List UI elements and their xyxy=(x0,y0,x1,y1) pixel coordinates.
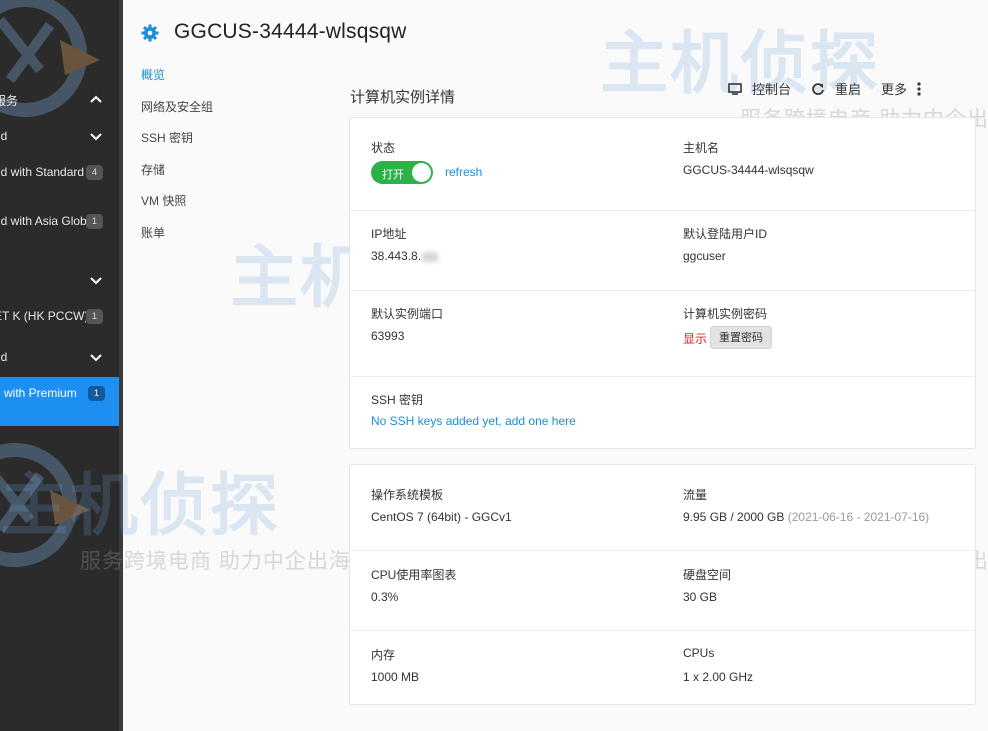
count-badge: 1 xyxy=(88,385,105,401)
sidebar-item-hk-pccw[interactable]: ET K (HK PCCW) 1 xyxy=(0,306,119,326)
traffic-usage: 9.95 GB / 2000 GB xyxy=(683,510,785,524)
count-badge: 4 xyxy=(86,164,103,180)
more-label: 更多 xyxy=(881,82,908,97)
toggle-knob xyxy=(412,163,431,182)
disk-label: 硬盘空间 xyxy=(683,568,732,582)
port-value: 63993 xyxy=(371,329,405,343)
power-toggle[interactable]: 打开 xyxy=(371,161,433,184)
sidebar-item-cloud-premium[interactable]: d with Premium 1 xyxy=(0,377,121,426)
chevron-down-icon[interactable] xyxy=(89,350,103,364)
restart-button[interactable]: 重启 xyxy=(811,79,861,98)
hostname-label: 主机名 xyxy=(683,141,720,155)
os-template-value: CentOS 7 (64bit) - GGCv1 xyxy=(371,510,512,524)
power-toggle-label: 打开 xyxy=(382,169,404,181)
sidebar-item-row: d with Premium 1 xyxy=(0,383,121,403)
sidebar-item-label: ud xyxy=(0,129,8,143)
sidebar-item-label: 服务 xyxy=(0,93,19,108)
chevron-down-icon[interactable] xyxy=(89,273,103,287)
cpus-value: 1 x 2.00 GHz xyxy=(683,670,754,684)
refresh-icon xyxy=(812,82,824,95)
instance-specs-card: 操作系统模板 CentOS 7 (64bit) - GGCv1 流量 9.95 … xyxy=(349,464,976,705)
watermark-logo-icon xyxy=(0,443,90,567)
monitor-icon xyxy=(728,82,742,95)
reset-password-button[interactable]: 重置密码 xyxy=(710,326,772,349)
sidebar-item-label: ET K (HK PCCW) xyxy=(0,309,86,323)
page-title: GGCUS-34444-wlsqsqw xyxy=(174,20,407,43)
restart-label: 重启 xyxy=(835,82,862,97)
sidebar-item-group[interactable] xyxy=(0,270,119,290)
gear-icon xyxy=(141,24,159,42)
sidebar: 服务 ud ud with Standard 4 ud with Asia Gl… xyxy=(0,0,123,731)
sidebar-item-label: ud with Asia Globa xyxy=(0,214,86,228)
traffic-period: (2021-06-16 - 2021-07-16) xyxy=(787,510,930,524)
add-ssh-key-link[interactable]: No SSH keys added yet, add one here xyxy=(371,414,576,428)
memory-value: 1000 MB xyxy=(371,670,420,684)
refresh-link[interactable]: refresh xyxy=(445,165,482,179)
sidebar-item-label: ud xyxy=(0,350,8,364)
watermark: 主机侦探 服务跨境电商 助力中企出海 xyxy=(600,8,988,133)
sidebar-item-cloud-standard[interactable]: ud with Standard 4 xyxy=(0,162,119,182)
subnav-overview[interactable]: 概览 xyxy=(141,66,251,98)
default-user-value: ggcuser xyxy=(683,249,726,263)
cpu-usage-value: 0.3% xyxy=(371,590,399,604)
subnav-vm-snapshots[interactable]: VM 快照 xyxy=(141,192,251,224)
instance-toolbar: 控制台 重启 更多 xyxy=(728,79,921,98)
count-badge: 1 xyxy=(86,213,103,229)
os-template-label: 操作系统模板 xyxy=(371,488,444,502)
ip-label: IP地址 xyxy=(371,227,407,241)
console-button[interactable]: 控制台 xyxy=(728,79,791,98)
sidebar-item-label: d with Premium xyxy=(0,386,77,400)
port-label: 默认实例端口 xyxy=(371,307,444,321)
more-menu-button[interactable]: 更多 xyxy=(881,79,921,98)
cpus-label: CPUs xyxy=(683,646,715,660)
subnav-network-security[interactable]: 网络及安全组 xyxy=(141,98,251,130)
ip-text: 38.443.8. xyxy=(371,249,422,263)
password-label: 计算机实例密码 xyxy=(683,307,768,321)
instance-details-card: 状态 打开 refresh 主机名 GGCUS-34444-wlsqsqw IP… xyxy=(349,117,976,449)
count-badge: 1 xyxy=(86,308,103,324)
divider xyxy=(350,210,975,211)
vertical-dots-icon xyxy=(917,81,921,96)
divider xyxy=(350,630,975,631)
sidebar-item-services[interactable]: 服务 xyxy=(0,90,119,110)
divider xyxy=(350,550,975,551)
sidebar-item-cloud-asia-global[interactable]: ud with Asia Globa 1 xyxy=(0,211,119,231)
sidebar-item-cloud[interactable]: ud xyxy=(0,126,119,146)
memory-label: 内存 xyxy=(371,648,396,662)
instance-subnav: 概览 网络及安全组 SSH 密钥 存储 VM 快照 账单 xyxy=(141,66,251,255)
ssh-key-label: SSH 密钥 xyxy=(371,393,424,407)
sidebar-item-cloud-2[interactable]: ud xyxy=(0,347,119,367)
chevron-down-icon[interactable] xyxy=(89,129,103,143)
divider xyxy=(350,376,975,377)
console-label: 控制台 xyxy=(752,82,792,97)
subnav-ssh-keys[interactable]: SSH 密钥 xyxy=(141,129,251,161)
disk-value: 30 GB xyxy=(683,590,718,604)
watermark-logo-icon xyxy=(0,0,100,117)
ip-value: 38.443.8. xyxy=(371,249,439,263)
redacted-mask xyxy=(422,251,439,262)
section-title: 计算机实例详情 xyxy=(350,89,456,106)
default-user-label: 默认登陆用户ID xyxy=(683,227,768,241)
divider xyxy=(350,290,975,291)
status-label: 状态 xyxy=(371,141,396,155)
chevron-up-icon[interactable] xyxy=(89,93,103,107)
sidebar-scrollbar[interactable] xyxy=(119,0,123,731)
sidebar-item-label: ud with Standard xyxy=(0,165,85,179)
show-password-link[interactable]: 显示 xyxy=(683,330,707,347)
traffic-label: 流量 xyxy=(683,488,708,502)
subnav-storage[interactable]: 存储 xyxy=(141,161,251,193)
subnav-billing[interactable]: 账单 xyxy=(141,224,251,256)
hostname-value: GGCUS-34444-wlsqsqw xyxy=(683,163,814,177)
traffic-value: 9.95 GB / 2000 GB (2021-06-16 - 2021-07-… xyxy=(683,510,929,524)
cpu-chart-label: CPU使用率图表 xyxy=(371,568,457,582)
